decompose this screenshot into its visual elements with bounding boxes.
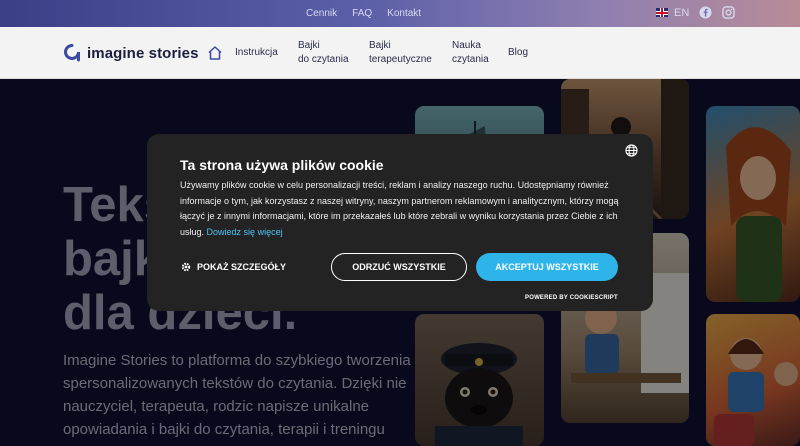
nav-item-nauka-czytania[interactable]: Nauka czytania [452, 39, 489, 67]
language-switcher[interactable]: EN [656, 7, 689, 19]
top-link-kontakt[interactable]: Kontakt [387, 8, 421, 19]
powered-by-cookiescript[interactable]: POWERED BY COOKIESCRIPT [525, 295, 618, 301]
home-icon[interactable] [207, 45, 223, 61]
nav-item-bajki-do-czytania[interactable]: Bajki do czytania [298, 39, 349, 67]
uk-flag-icon [656, 8, 668, 17]
nav-item-instrukcja[interactable]: Instrukcja [235, 46, 278, 60]
logo-icon [64, 44, 80, 62]
cookie-title: Ta strona używa plików cookie [180, 157, 384, 173]
instagram-icon[interactable] [722, 6, 736, 19]
learn-more-link[interactable]: Dowiedz się więcej [207, 227, 283, 237]
top-link-cennik[interactable]: Cennik [306, 8, 337, 19]
cookie-banner: Ta strona używa plików cookie Używamy pl… [147, 134, 653, 311]
top-link-faq[interactable]: FAQ [352, 8, 372, 19]
reject-all-button[interactable]: ODRZUĆ WSZYSTKIE [331, 253, 467, 281]
main-nav: imagine stories Instrukcja Bajki do czyt… [0, 27, 800, 79]
logo-text: imagine stories [87, 44, 199, 62]
top-links: Cennik FAQ Kontakt [306, 8, 421, 19]
top-bar: Cennik FAQ Kontakt EN [0, 0, 800, 27]
facebook-icon[interactable] [699, 6, 712, 19]
language-label: EN [674, 6, 690, 19]
gear-icon [181, 262, 191, 272]
nav-item-bajki-terapeutyczne[interactable]: Bajki terapeutyczne [369, 39, 432, 67]
globe-icon[interactable] [625, 144, 638, 157]
show-details-button[interactable]: POKAŻ SZCZEGÓŁY [181, 262, 286, 272]
show-details-label: POKAŻ SZCZEGÓŁY [197, 262, 287, 272]
logo[interactable]: imagine stories [63, 43, 199, 63]
accept-all-button[interactable]: AKCEPTUJ WSZYSTKIE [476, 253, 618, 281]
nav-item-blog[interactable]: Blog [508, 46, 528, 60]
cookie-description: Używamy plików cookie w celu personaliza… [180, 178, 622, 240]
